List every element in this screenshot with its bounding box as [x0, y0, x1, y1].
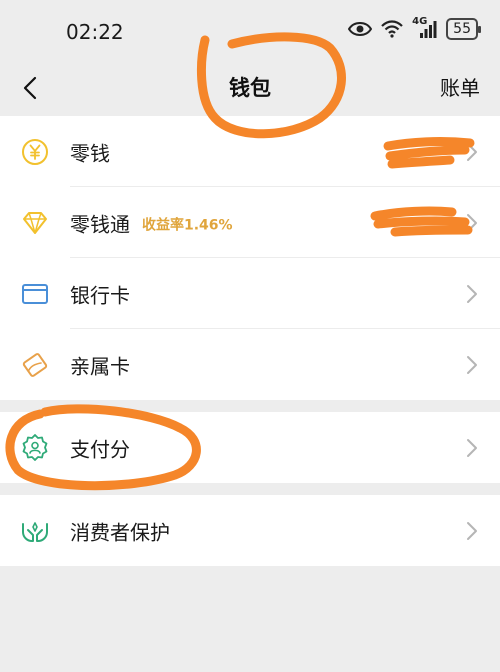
status-time: 02:22 — [66, 20, 124, 44]
family-card-icon — [20, 350, 50, 380]
row-label: 零钱通 收益率1.46% — [70, 208, 233, 237]
row-change[interactable]: 零钱 — [0, 116, 500, 187]
row-consumer-protection[interactable]: 消费者保护 — [0, 495, 500, 566]
row-label-text: 零钱通 — [70, 212, 130, 236]
bank-card-icon — [20, 279, 50, 309]
diamond-icon — [20, 208, 50, 238]
yield-rate-tag: 收益率1.46% — [142, 217, 233, 233]
wifi-icon — [381, 20, 403, 38]
page-title: 钱包 — [229, 76, 271, 100]
wallet-group-main: 零钱 零钱通 收益率1.46% 银行卡 亲属卡 — [0, 116, 500, 400]
row-label: 消费者保护 — [70, 520, 170, 544]
row-lingqiantong[interactable]: 零钱通 收益率1.46% — [0, 187, 500, 258]
row-family-card[interactable]: 亲属卡 — [0, 329, 500, 400]
signal-indicator: 4G — [412, 16, 438, 39]
yuan-coin-icon — [20, 137, 50, 167]
battery-indicator: 55 — [446, 18, 481, 40]
wallet-group-payscore: 支付分 — [0, 412, 500, 483]
row-label: 零钱 — [70, 141, 110, 165]
chevron-right-icon — [467, 213, 477, 232]
chevron-right-icon — [467, 284, 477, 303]
row-label: 亲属卡 — [70, 354, 130, 378]
status-bar: 02:22 4G 55 — [0, 0, 500, 62]
nav-bar: 钱包 账单 — [0, 62, 500, 114]
protection-hands-icon — [20, 516, 50, 546]
row-bank-card[interactable]: 银行卡 — [0, 258, 500, 329]
chevron-right-icon — [467, 521, 477, 540]
row-label: 支付分 — [70, 437, 130, 461]
status-icons: 4G 55 — [348, 16, 481, 40]
chevron-right-icon — [467, 438, 477, 457]
row-payscore[interactable]: 支付分 — [0, 412, 500, 483]
chevron-right-icon — [467, 142, 477, 161]
signal-bars-icon — [420, 21, 437, 38]
bill-button[interactable]: 账单 — [440, 72, 480, 101]
wallet-group-protection: 消费者保护 — [0, 495, 500, 566]
chevron-right-icon — [467, 355, 477, 374]
payscore-badge-icon — [20, 433, 50, 463]
row-label: 银行卡 — [70, 283, 130, 307]
eye-icon — [348, 22, 373, 36]
